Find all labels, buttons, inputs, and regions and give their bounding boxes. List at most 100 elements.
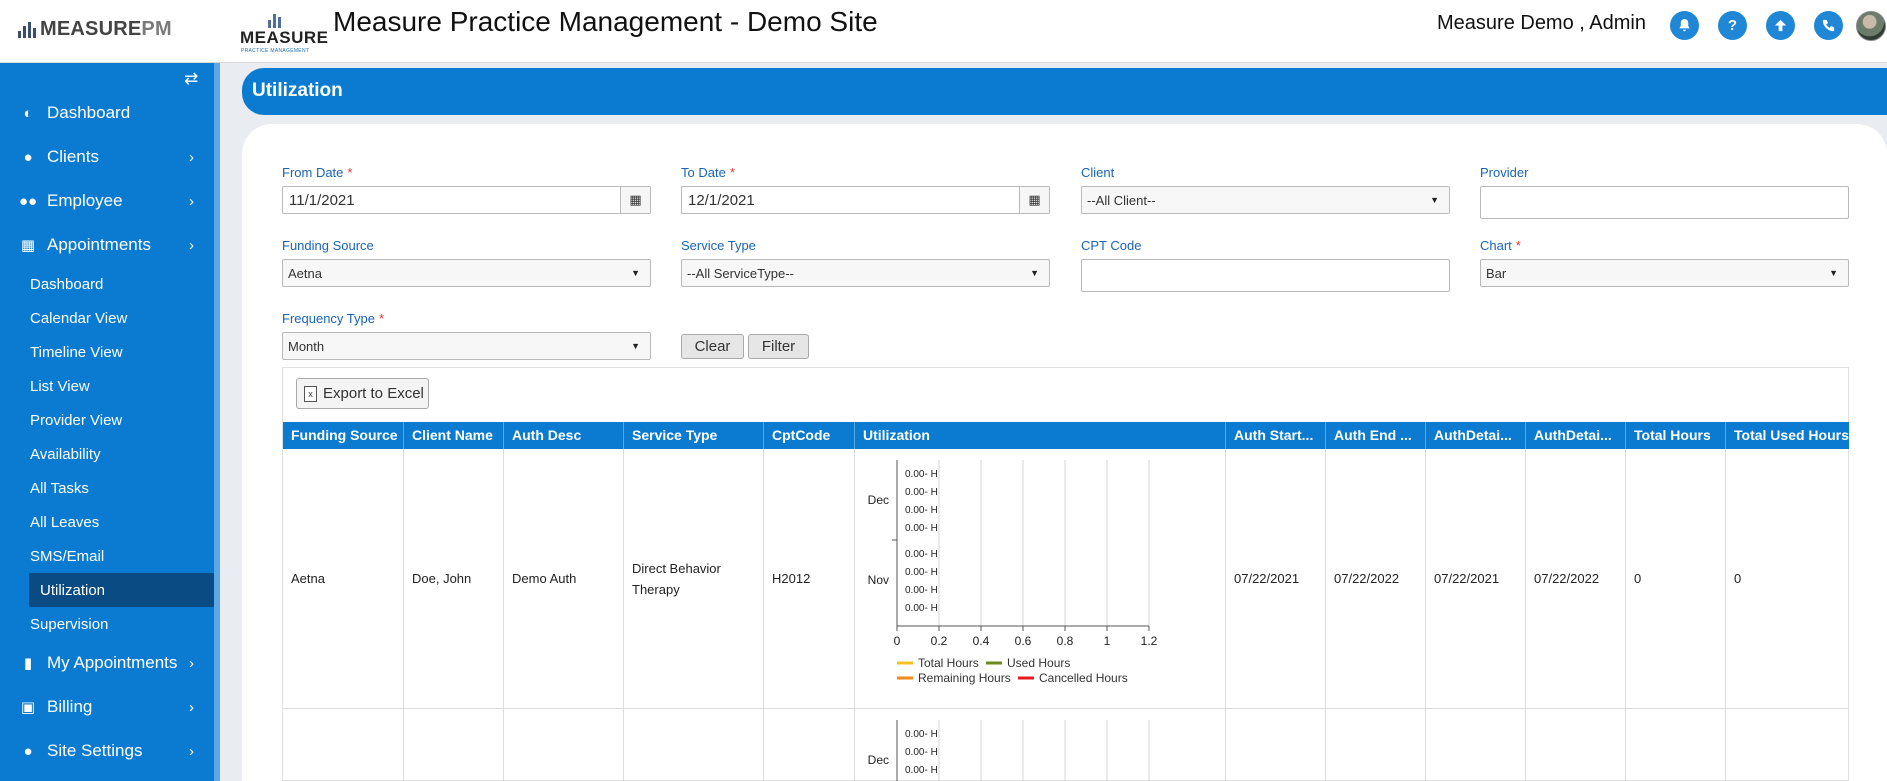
dashboard-icon: ◐ bbox=[23, 104, 33, 122]
provider-input[interactable] bbox=[1480, 186, 1849, 219]
sidebar-item-billing[interactable]: ▣ Billing › bbox=[0, 685, 214, 729]
sidebar-sub-supervision[interactable]: Supervision bbox=[0, 607, 214, 641]
client-select[interactable]: --All Client-- ▼ bbox=[1081, 186, 1450, 214]
to-date-input[interactable]: 12/1/2021 ▦ bbox=[681, 186, 1050, 214]
sidebar-sub-sms-email[interactable]: SMS/Email bbox=[0, 539, 214, 573]
chart-select[interactable]: Bar ▼ bbox=[1480, 259, 1849, 287]
calendar-icon: ▦ bbox=[20, 237, 36, 254]
sidebar-toggle-icon[interactable]: ⇄ bbox=[184, 69, 198, 89]
chart-category-label: Dec bbox=[868, 753, 889, 767]
chart-data-label: 0.00- H bbox=[905, 469, 938, 480]
table-header: Funding Source Client Name Auth Desc Ser… bbox=[283, 422, 1849, 449]
sidebar-sub-utilization[interactable]: Utilization bbox=[29, 573, 214, 607]
chevron-right-icon: › bbox=[189, 236, 194, 254]
sidebar-sub-dashboard[interactable]: Dashboard bbox=[0, 267, 214, 301]
cell-cpt-code: H2012 bbox=[764, 449, 855, 708]
cell-auth-end: 07/22/2022 bbox=[1326, 449, 1426, 708]
chart-tick-label: 0 bbox=[894, 634, 901, 648]
chevron-right-icon: › bbox=[189, 192, 194, 210]
frequency-type-select[interactable]: Month ▼ bbox=[282, 332, 651, 360]
user-icon: ● bbox=[23, 742, 33, 760]
sidebar-item-dashboard[interactable]: ◐ Dashboard bbox=[0, 91, 214, 135]
sidebar-item-appointments[interactable]: ▦ Appointments › bbox=[0, 223, 214, 267]
excel-icon: x bbox=[304, 385, 317, 402]
chart-tick-label: 0.2 bbox=[931, 634, 948, 648]
sidebar-item-site-settings[interactable]: ● Site Settings › bbox=[0, 729, 214, 773]
help-icon[interactable]: ? bbox=[1718, 11, 1747, 40]
sidebar-sub-all-leaves[interactable]: All Leaves bbox=[0, 505, 214, 539]
col-total-hours[interactable]: Total Hours bbox=[1626, 422, 1726, 449]
chart-tick-label: 0.8 bbox=[1057, 634, 1074, 648]
col-utilization[interactable]: Utilization bbox=[855, 422, 1226, 449]
funding-source-select[interactable]: Aetna ▼ bbox=[282, 259, 651, 287]
provider-label: Provider bbox=[1480, 165, 1529, 180]
money-icon: ▣ bbox=[20, 699, 36, 716]
col-auth-detail-start[interactable]: AuthDetai... bbox=[1426, 422, 1526, 449]
top-bar: MEASUREPM MEASURE PRACTICE MANAGEMENT Me… bbox=[0, 0, 1887, 63]
utilization-chart-partial: Dec0.00- H0.00- H0.00- H0.00- H bbox=[868, 720, 1150, 781]
brand-logo[interactable]: MEASUREPM bbox=[18, 18, 172, 41]
sidebar-item-clients[interactable]: ● Clients › bbox=[0, 135, 214, 179]
sidebar-edge bbox=[214, 63, 220, 781]
sidebar-item-employee[interactable]: ●● Employee › bbox=[0, 179, 214, 223]
app-title: Measure Practice Management - Demo Site bbox=[333, 6, 878, 37]
cpt-code-label: CPT Code bbox=[1081, 238, 1142, 253]
cell-service-type: Direct Behavior Therapy bbox=[624, 449, 764, 708]
sidebar-sub-timeline-view[interactable]: Timeline View bbox=[0, 335, 214, 369]
col-auth-desc[interactable]: Auth Desc bbox=[504, 422, 624, 449]
filter-button[interactable]: Filter bbox=[748, 334, 809, 359]
cell-auth-detail-start: 07/22/2021 bbox=[1426, 449, 1526, 708]
sidebar-sub-calendar-view[interactable]: Calendar View bbox=[0, 301, 214, 335]
chevron-right-icon: › bbox=[189, 742, 194, 760]
chevron-down-icon: ▼ bbox=[1430, 195, 1439, 205]
avatar[interactable] bbox=[1856, 11, 1886, 41]
chart-category-label: Dec bbox=[868, 493, 889, 507]
frequency-type-label: Frequency Type * bbox=[282, 311, 385, 326]
col-cpt-code[interactable]: CptCode bbox=[764, 422, 855, 449]
sidebar-sub-all-tasks[interactable]: All Tasks bbox=[0, 471, 214, 505]
export-to-excel-button[interactable]: x Export to Excel bbox=[296, 378, 429, 409]
calendar-icon[interactable]: ▦ bbox=[620, 187, 650, 213]
chevron-down-icon: ▼ bbox=[631, 341, 640, 351]
col-total-used-hours[interactable]: Total Used Hours bbox=[1726, 422, 1849, 449]
col-service-type[interactable]: Service Type bbox=[624, 422, 764, 449]
calendar-icon[interactable]: ▦ bbox=[1019, 187, 1049, 213]
upload-icon[interactable] bbox=[1766, 11, 1795, 40]
col-auth-start[interactable]: Auth Start... bbox=[1226, 422, 1326, 449]
clear-button[interactable]: Clear bbox=[681, 334, 744, 359]
chart-tick-label: 0.4 bbox=[973, 634, 990, 648]
col-client-name[interactable]: Client Name bbox=[404, 422, 504, 449]
chart-data-label: 0.00- H bbox=[905, 747, 938, 758]
brand-suffix: PM bbox=[141, 18, 172, 40]
phone-icon[interactable] bbox=[1814, 11, 1843, 40]
sidebar-sub-availability[interactable]: Availability bbox=[0, 437, 214, 471]
page-header: Utilization bbox=[242, 68, 1887, 115]
chart-legend-label: Remaining Hours bbox=[918, 671, 1011, 685]
chart-tick-label: 1.2 bbox=[1141, 634, 1158, 648]
chart-tick-label: 1 bbox=[1104, 634, 1111, 648]
client-label: Client bbox=[1081, 165, 1115, 180]
sidebar-sub-list-view[interactable]: List View bbox=[0, 369, 214, 403]
from-date-input[interactable]: 11/1/2021 ▦ bbox=[282, 186, 651, 214]
cell-auth-desc: Demo Auth bbox=[504, 449, 624, 708]
user-name[interactable]: Measure Demo , Admin bbox=[1437, 12, 1646, 35]
cpt-code-input[interactable] bbox=[1081, 259, 1450, 292]
sidebar-sub-provider-view[interactable]: Provider View bbox=[0, 403, 214, 437]
bell-icon[interactable] bbox=[1670, 11, 1699, 40]
chart-data-label: 0.00- H bbox=[905, 603, 938, 614]
brand-bars-icon bbox=[18, 21, 36, 38]
cell-funding-source: Aetna bbox=[283, 449, 404, 708]
chart-tick-label: 0.6 bbox=[1015, 634, 1032, 648]
logo-bars-icon bbox=[268, 12, 281, 28]
col-auth-end[interactable]: Auth End ... bbox=[1326, 422, 1426, 449]
funding-source-label: Funding Source bbox=[282, 238, 374, 253]
chevron-down-icon: ▼ bbox=[1829, 268, 1838, 278]
chart-label: Chart * bbox=[1480, 238, 1521, 253]
col-funding-source[interactable]: Funding Source bbox=[283, 422, 404, 449]
cell-client-name: Doe, John bbox=[404, 449, 504, 708]
mobile-icon: ▮ bbox=[23, 655, 33, 672]
service-type-select[interactable]: --All ServiceType-- ▼ bbox=[681, 259, 1050, 287]
col-auth-detail-end[interactable]: AuthDetai... bbox=[1526, 422, 1626, 449]
chevron-down-icon: ▼ bbox=[1030, 268, 1039, 278]
sidebar-item-my-appointments[interactable]: ▮ My Appointments › bbox=[0, 641, 214, 685]
